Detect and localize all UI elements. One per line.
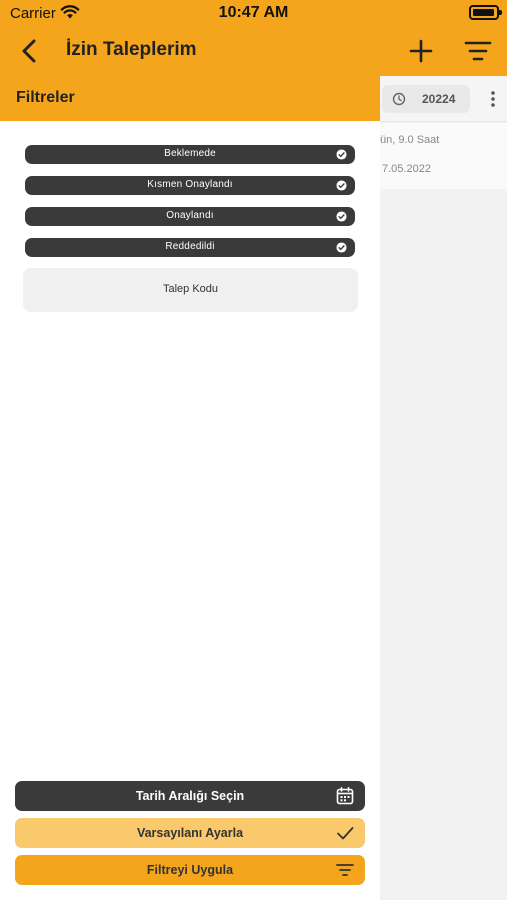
apply-filter-button-label: Filtreyi Uygula — [146, 863, 234, 877]
add-plus-icon[interactable] — [408, 38, 434, 64]
clock-icon — [392, 92, 406, 106]
filter-chip-label: Kısmen Onaylandı — [147, 179, 233, 190]
filter-chip-partially-approved[interactable]: Kısmen Onaylandı — [25, 176, 355, 195]
back-chevron-icon[interactable] — [18, 38, 42, 64]
set-default-button-label: Varsayılanı Ayarla — [136, 826, 244, 840]
page-title: İzin Taleplerim — [66, 39, 197, 60]
drawer-title: Filtreler — [16, 89, 75, 106]
check-circle-icon — [336, 242, 347, 253]
drawer-header: Filtreler — [0, 76, 380, 121]
check-circle-icon — [336, 180, 347, 191]
check-circle-icon — [336, 211, 347, 222]
year-chip[interactable]: 20224 — [382, 85, 470, 113]
check-circle-icon — [336, 149, 347, 160]
list-header: 20224 — [380, 76, 507, 122]
filter-chip-label: Reddedildi — [165, 241, 215, 252]
filter-chip-approved[interactable]: Onaylandı — [25, 207, 355, 226]
status-time: 10:47 AM — [218, 4, 289, 21]
status-bar: Carrier 10:47 AM — [0, 0, 507, 26]
filter-drawer: Filtreler Beklemede Kısmen Onaylandı Ona… — [0, 76, 380, 900]
more-vertical-icon[interactable] — [488, 90, 498, 108]
list-item-date: 7.05.2022 — [382, 163, 431, 175]
filter-lines-icon — [336, 864, 354, 876]
filter-chip-pending[interactable]: Beklemede — [25, 145, 355, 164]
apply-filter-button[interactable]: Filtreyi Uygula — [15, 855, 365, 885]
list-item[interactable]: ün, 9.0 Saat 7.05.2022 — [380, 123, 507, 189]
background-list: 20224 ün, 9.0 Saat 7.05.2022 — [380, 76, 507, 900]
request-code-label: Talep Kodu — [162, 283, 219, 295]
filter-chip-label: Onaylandı — [166, 210, 214, 221]
date-range-button-label: Tarih Aralığı Seçin — [135, 789, 245, 803]
checkmark-icon — [337, 827, 354, 840]
filter-chip-rejected[interactable]: Reddedildi — [25, 238, 355, 257]
calendar-icon — [336, 787, 354, 805]
filter-chip-label: Beklemede — [164, 148, 216, 159]
list-item-duration: ün, 9.0 Saat — [380, 134, 440, 146]
year-chip-label: 20224 — [422, 92, 456, 106]
date-range-button[interactable]: Tarih Aralığı Seçin — [15, 781, 365, 811]
battery-icon — [469, 5, 502, 20]
set-default-button[interactable]: Varsayılanı Ayarla — [15, 818, 365, 848]
navigation-bar: İzin Taleplerim — [0, 26, 507, 76]
request-code-field[interactable]: Talep Kodu — [23, 268, 358, 312]
filter-icon[interactable] — [464, 40, 492, 62]
